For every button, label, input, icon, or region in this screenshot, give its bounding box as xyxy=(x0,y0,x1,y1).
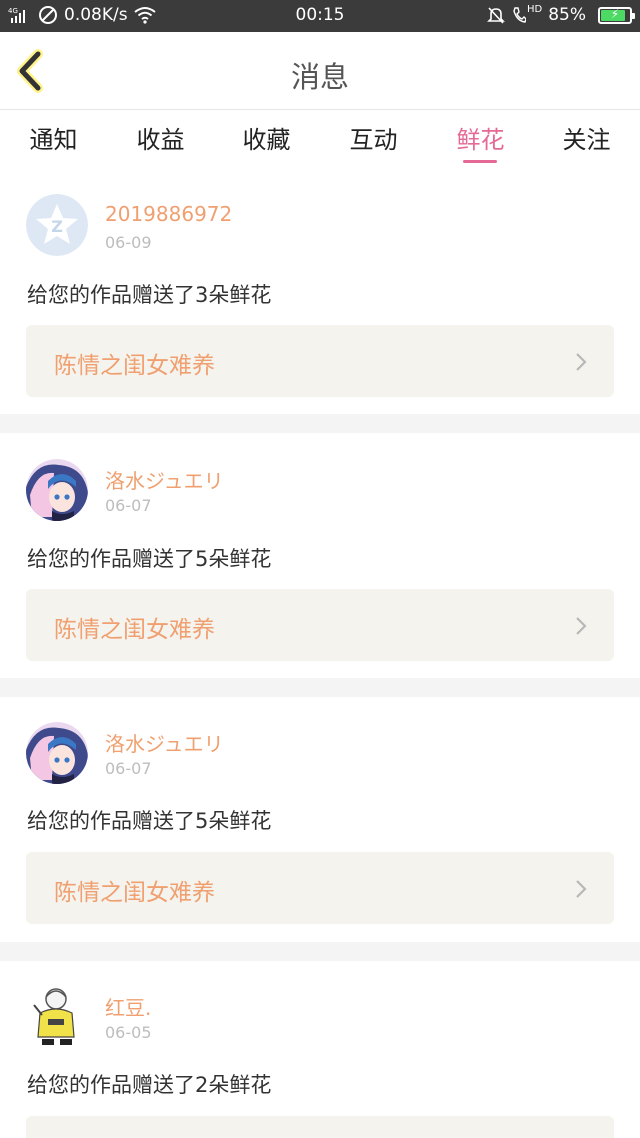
anime-avatar[interactable] xyxy=(26,722,88,784)
message-date: 06-09 xyxy=(105,233,152,252)
battery-percent: 85% xyxy=(548,5,586,25)
work-link-card[interactable]: 陈情之闺女难养 xyxy=(26,589,614,661)
chevron-right-icon xyxy=(576,353,587,371)
divider xyxy=(0,678,640,697)
work-link-card[interactable]: 陈情之闺女难养 xyxy=(26,325,614,397)
hd-label: HD xyxy=(526,3,543,15)
username[interactable]: 2019886972 xyxy=(105,202,232,226)
anime-avatar[interactable] xyxy=(26,459,88,521)
tab-earnings[interactable]: 收益 xyxy=(107,120,214,155)
nav-bar: 消息 xyxy=(0,32,640,110)
work-title: 陈情之闺女难养 xyxy=(54,617,215,643)
divider xyxy=(0,942,640,961)
tab-flowers[interactable]: 鲜花 xyxy=(427,120,534,155)
message-date: 06-07 xyxy=(105,759,152,778)
tab-interactions[interactable]: 互动 xyxy=(320,120,427,155)
username[interactable]: 红豆. xyxy=(105,992,151,1021)
message-text: 给您的作品赠送了5朵鲜花 xyxy=(27,809,272,833)
divider xyxy=(0,414,640,433)
message-item: 洛水ジュエリ 06-07 给您的作品赠送了5朵鲜花 陈情之闺女难养 xyxy=(0,433,640,678)
message-text: 给您的作品赠送了5朵鲜花 xyxy=(27,547,272,571)
chevron-right-icon xyxy=(576,617,587,635)
username[interactable]: 洛水ジュエリ xyxy=(105,465,224,494)
tab-notifications[interactable]: 通知 xyxy=(0,120,107,155)
work-title: 陈情之闺女难养 xyxy=(54,353,215,379)
status-bar: 4G 0.08K/s 00:15 HD 85% ⚡ xyxy=(0,0,640,32)
default-avatar-icon[interactable]: Z xyxy=(26,194,88,256)
message-item: 洛水ジュエリ 06-07 给您的作品赠送了5朵鲜花 陈情之闺女难养 xyxy=(0,697,640,942)
battery-icon: ⚡ xyxy=(598,6,635,24)
work-link-card[interactable]: 陈情之闺女难养 xyxy=(26,852,614,924)
username[interactable]: 洛水ジュエリ xyxy=(105,728,224,757)
message-item: Z 2019886972 06-09 给您的作品赠送了3朵鲜花 陈情之闺女难养 xyxy=(0,172,640,414)
battery-tip xyxy=(632,12,635,19)
charging-bolt-icon: ⚡ xyxy=(610,6,620,21)
message-item: 红豆. 06-05 给您的作品赠送了2朵鲜花 xyxy=(0,961,640,1138)
message-text: 给您的作品赠送了2朵鲜花 xyxy=(27,1073,272,1097)
message-date: 06-07 xyxy=(105,496,152,515)
chevron-right-icon xyxy=(576,880,587,898)
page-title: 消息 xyxy=(290,60,349,94)
work-link-card[interactable] xyxy=(26,1116,614,1138)
hd-call-icon: HD xyxy=(512,3,543,24)
active-tab-indicator xyxy=(463,160,497,163)
message-date: 06-05 xyxy=(105,1023,152,1042)
message-text: 给您的作品赠送了3朵鲜花 xyxy=(27,283,272,307)
tab-favorites[interactable]: 收藏 xyxy=(213,120,320,155)
tab-follows[interactable]: 关注 xyxy=(533,120,640,155)
svg-text:Z: Z xyxy=(51,217,63,236)
tab-bar: 通知 收益 收藏 互动 鲜花 关注 xyxy=(0,110,640,172)
work-title: 陈情之闺女难养 xyxy=(54,880,215,906)
mute-bell-icon xyxy=(486,5,506,25)
sketch-avatar[interactable] xyxy=(26,985,88,1047)
